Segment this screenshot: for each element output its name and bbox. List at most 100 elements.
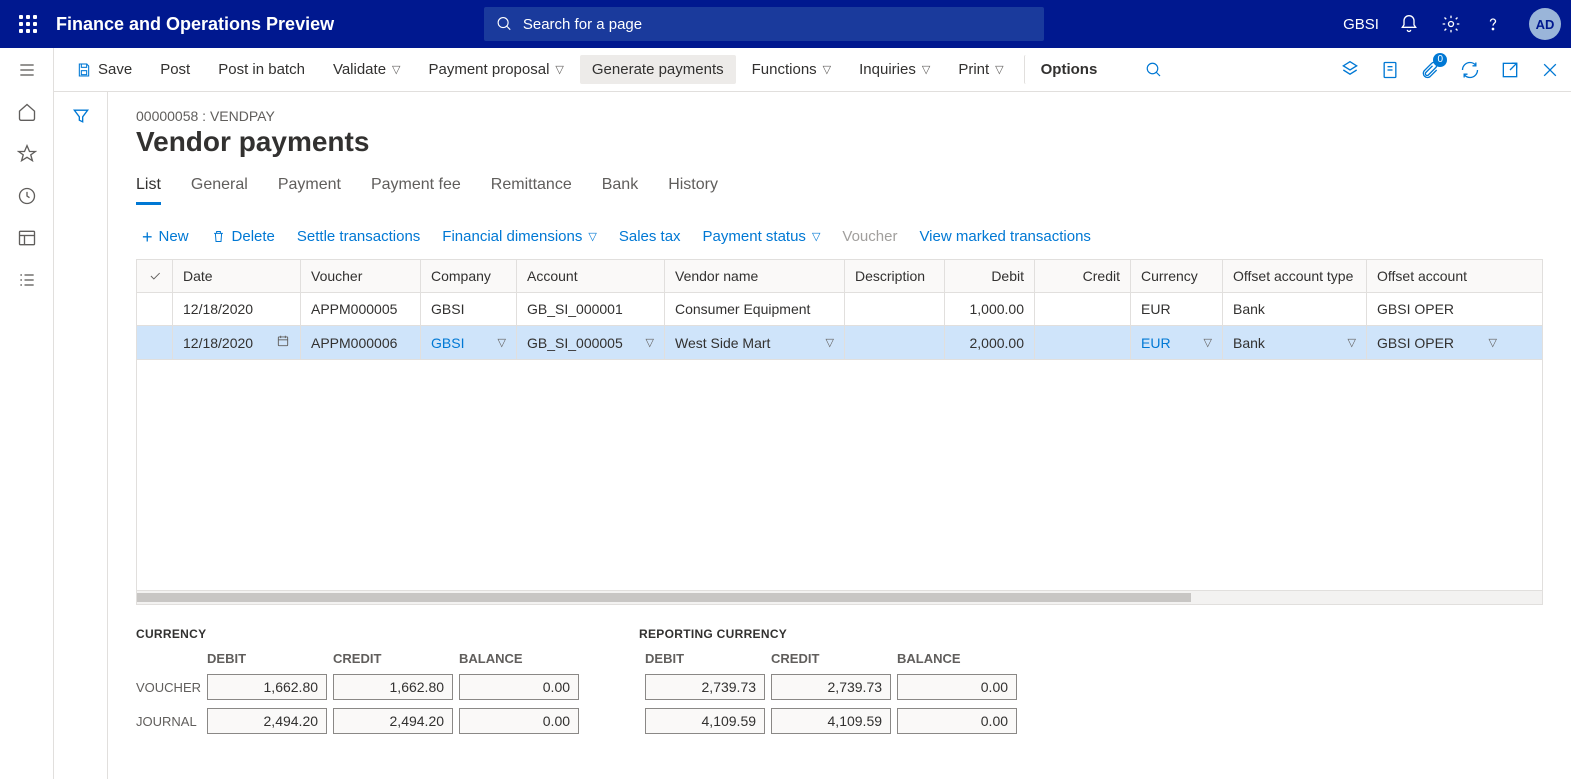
tab-payment[interactable]: Payment: [278, 176, 341, 205]
tab-history[interactable]: History: [668, 176, 718, 205]
cell-currency[interactable]: EUR: [1131, 293, 1223, 325]
table-row[interactable]: 12/18/2020 APPM000005 GBSI GB_SI_000001 …: [137, 293, 1542, 326]
reporting-currency-totals: REPORTING CURRENCY DEBIT CREDIT BALANCE …: [639, 627, 1017, 734]
new-button[interactable]: +New: [142, 228, 189, 245]
company-code[interactable]: GBSI: [1343, 16, 1379, 33]
chevron-down-icon[interactable]: ▽: [826, 336, 834, 349]
tab-general[interactable]: General: [191, 176, 248, 205]
select-all-checkbox[interactable]: [137, 260, 173, 292]
col-credit[interactable]: Credit: [1035, 260, 1131, 292]
personalize-icon[interactable]: [1339, 59, 1361, 81]
attach-badge: 0: [1433, 53, 1447, 67]
col-company[interactable]: Company: [421, 260, 517, 292]
page-options-icon[interactable]: [1379, 59, 1401, 81]
cell-debit[interactable]: 2,000.00: [945, 326, 1035, 359]
save-button[interactable]: Save: [64, 55, 144, 84]
chevron-down-icon[interactable]: ▽: [498, 336, 506, 349]
tab-payment-fee[interactable]: Payment fee: [371, 176, 461, 205]
gear-icon[interactable]: [1439, 12, 1463, 36]
tab-list[interactable]: List: [136, 176, 161, 205]
cell-offtype[interactable]: Bank▽: [1223, 326, 1367, 359]
settle-button[interactable]: Settle transactions: [297, 228, 420, 245]
home-icon[interactable]: [15, 100, 39, 124]
validate-button[interactable]: Validate▽: [321, 55, 413, 84]
hamburger-icon[interactable]: [15, 58, 39, 82]
post-batch-button[interactable]: Post in batch: [206, 55, 317, 84]
col-offset-account[interactable]: Offset account: [1367, 260, 1507, 292]
app-launcher-icon[interactable]: [10, 6, 46, 42]
cell-offacct[interactable]: GBSI OPER▽: [1367, 326, 1507, 359]
action-bar: Save Post Post in batch Validate▽ Paymen…: [54, 48, 1571, 92]
popout-icon[interactable]: [1499, 59, 1521, 81]
attachments-icon[interactable]: 0: [1419, 59, 1441, 81]
col-description[interactable]: Description: [845, 260, 945, 292]
app-name: Finance and Operations Preview: [56, 14, 334, 35]
bell-icon[interactable]: [1397, 12, 1421, 36]
col-voucher[interactable]: Voucher: [301, 260, 421, 292]
chevron-down-icon[interactable]: ▽: [646, 336, 654, 349]
sales-tax-button[interactable]: Sales tax: [619, 228, 681, 245]
row-checkbox[interactable]: [137, 293, 173, 325]
cell-account[interactable]: GB_SI_000005▽: [517, 326, 665, 359]
col-date[interactable]: Date: [173, 260, 301, 292]
col-credit-label: CREDIT: [333, 651, 453, 666]
workspace-icon[interactable]: [15, 226, 39, 250]
cell-offtype[interactable]: Bank: [1223, 293, 1367, 325]
financial-dim-button[interactable]: Financial dimensions▽: [442, 228, 597, 245]
post-button[interactable]: Post: [148, 55, 202, 84]
curr-voucher-credit: 1,662.80: [333, 674, 453, 700]
cell-credit[interactable]: [1035, 326, 1131, 359]
star-icon[interactable]: [15, 142, 39, 166]
col-offset-type[interactable]: Offset account type: [1223, 260, 1367, 292]
col-debit[interactable]: Debit: [945, 260, 1035, 292]
refresh-icon[interactable]: [1459, 59, 1481, 81]
chevron-down-icon[interactable]: ▽: [1348, 336, 1356, 349]
col-account[interactable]: Account: [517, 260, 665, 292]
clock-icon[interactable]: [15, 184, 39, 208]
cell-voucher[interactable]: APPM000005: [301, 293, 421, 325]
help-icon[interactable]: [1481, 12, 1505, 36]
tab-remittance[interactable]: Remittance: [491, 176, 572, 205]
print-button[interactable]: Print▽: [946, 55, 1015, 84]
chevron-down-icon[interactable]: ▽: [1489, 336, 1497, 349]
filter-icon[interactable]: [71, 106, 91, 779]
cell-vendor[interactable]: Consumer Equipment: [665, 293, 845, 325]
view-marked-button[interactable]: View marked transactions: [919, 228, 1090, 245]
chevron-down-icon[interactable]: ▽: [1204, 336, 1212, 349]
cell-offacct[interactable]: GBSI OPER: [1367, 293, 1507, 325]
col-vendor-name[interactable]: Vendor name: [665, 260, 845, 292]
close-icon[interactable]: [1539, 59, 1561, 81]
cell-company[interactable]: GBSI▽: [421, 326, 517, 359]
action-search-icon[interactable]: [1133, 55, 1175, 85]
modules-icon[interactable]: [15, 268, 39, 292]
options-button[interactable]: Options: [1024, 55, 1110, 84]
payment-status-button[interactable]: Payment status▽: [703, 228, 821, 245]
global-search[interactable]: [484, 7, 1044, 41]
cell-date[interactable]: 12/18/2020: [173, 293, 301, 325]
cell-debit[interactable]: 1,000.00: [945, 293, 1035, 325]
cell-account[interactable]: GB_SI_000001: [517, 293, 665, 325]
calendar-icon[interactable]: [276, 334, 290, 351]
horizontal-scrollbar[interactable]: [137, 590, 1542, 604]
avatar[interactable]: AD: [1529, 8, 1561, 40]
search-input[interactable]: [523, 16, 1032, 33]
table-row[interactable]: 12/18/2020 APPM000006 GBSI▽ GB_SI_000005…: [137, 326, 1542, 360]
delete-button[interactable]: Delete: [211, 228, 275, 245]
col-debit-label: DEBIT: [207, 651, 327, 666]
col-currency[interactable]: Currency: [1131, 260, 1223, 292]
curr-journal-debit: 2,494.20: [207, 708, 327, 734]
payment-proposal-button[interactable]: Payment proposal▽: [417, 55, 576, 84]
cell-vendor[interactable]: West Side Mart▽: [665, 326, 845, 359]
cell-voucher[interactable]: APPM000006: [301, 326, 421, 359]
functions-button[interactable]: Functions▽: [740, 55, 844, 84]
inquiries-button[interactable]: Inquiries▽: [847, 55, 942, 84]
cell-desc[interactable]: [845, 293, 945, 325]
tab-bank[interactable]: Bank: [602, 176, 638, 205]
cell-credit[interactable]: [1035, 293, 1131, 325]
generate-payments-button[interactable]: Generate payments: [580, 55, 736, 84]
row-checkbox[interactable]: [137, 326, 173, 359]
cell-company[interactable]: GBSI: [421, 293, 517, 325]
cell-currency[interactable]: EUR▽: [1131, 326, 1223, 359]
cell-desc[interactable]: [845, 326, 945, 359]
cell-date[interactable]: 12/18/2020: [173, 326, 301, 359]
